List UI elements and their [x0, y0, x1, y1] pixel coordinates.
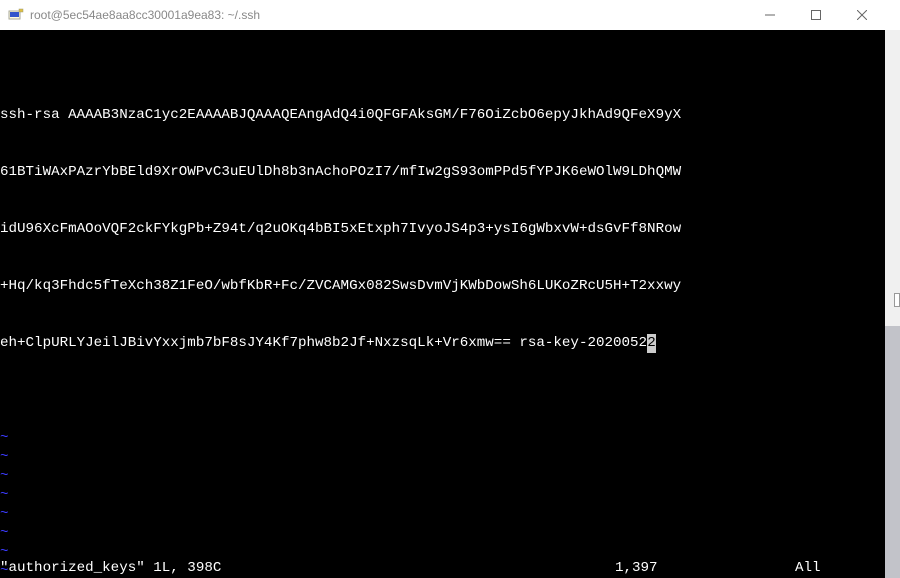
content-line: ssh-rsa AAAAB3NzaC1yc2EAAAABJQAAAQEAngAd…: [0, 106, 885, 125]
scrollbar-thumb[interactable]: [885, 326, 900, 578]
maximize-button[interactable]: [793, 0, 839, 30]
resize-marker: [894, 293, 900, 307]
empty-line-tilde: ~: [0, 486, 885, 505]
vim-status-bar: "authorized_keys" 1L, 398C 1,397 All: [0, 559, 885, 578]
content-line: +Hq/kq3Fhdc5fTeXch38Z1FeO/wbfKbR+Fc/ZVCA…: [0, 277, 885, 296]
putty-window: root@5ec54ae8aa8cc30001a9ea83: ~/.ssh ss…: [0, 0, 885, 578]
cursor: 2: [647, 334, 656, 353]
title-bar[interactable]: root@5ec54ae8aa8cc30001a9ea83: ~/.ssh: [0, 0, 885, 30]
file-content: ssh-rsa AAAAB3NzaC1yc2EAAAABJQAAAQEAngAd…: [0, 68, 885, 391]
empty-lines: ~~~~~~~~~~~~~~~~~~~~~~: [0, 429, 885, 578]
close-button[interactable]: [839, 0, 885, 30]
content-line: idU96XcFmAOoVQF2ckFYkgPb+Z94t/q2uOKq4bBI…: [0, 220, 885, 239]
status-position: 1,397: [615, 559, 795, 578]
window-title: root@5ec54ae8aa8cc30001a9ea83: ~/.ssh: [30, 8, 747, 22]
window-controls: [747, 0, 885, 30]
terminal-viewport[interactable]: ssh-rsa AAAAB3NzaC1yc2EAAAABJQAAAQEAngAd…: [0, 30, 885, 578]
putty-icon: [8, 7, 24, 23]
status-file: "authorized_keys" 1L, 398C: [0, 559, 615, 578]
content-line: eh+ClpURLYJeilJBivYxxjmb7bF8sJY4Kf7phw8b…: [0, 334, 885, 353]
empty-line-tilde: ~: [0, 467, 885, 486]
empty-line-tilde: ~: [0, 524, 885, 543]
content-line: 61BTiWAxPAzrYbBEld9XrOWPvC3uEUlDh8b3nAch…: [0, 163, 885, 182]
empty-line-tilde: ~: [0, 505, 885, 524]
minimize-button[interactable]: [747, 0, 793, 30]
status-scroll: All: [795, 559, 855, 578]
empty-line-tilde: ~: [0, 448, 885, 467]
empty-line-tilde: ~: [0, 429, 885, 448]
